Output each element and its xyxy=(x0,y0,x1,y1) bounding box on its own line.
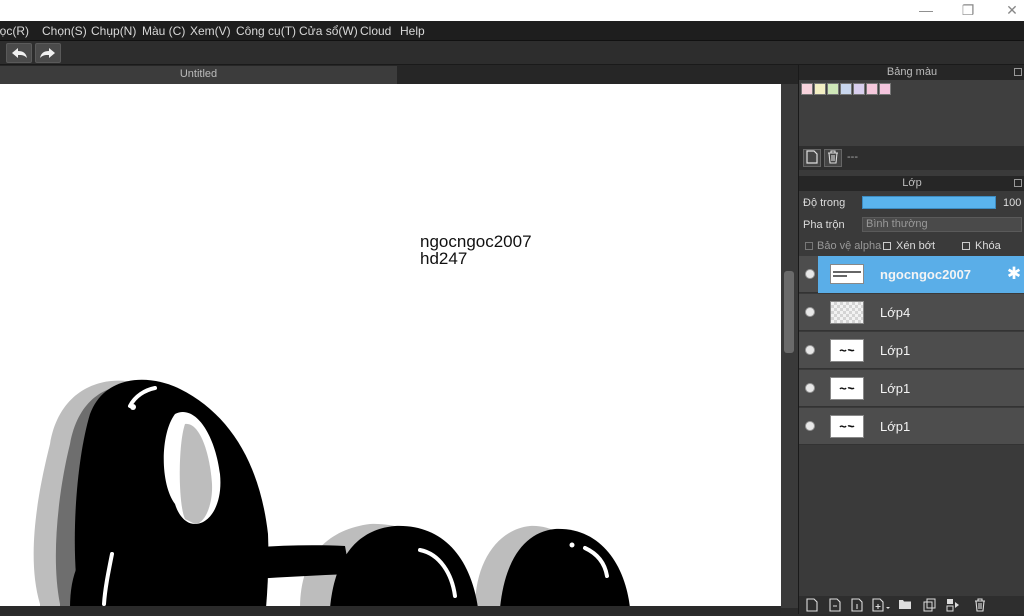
visibility-eye-icon[interactable] xyxy=(805,383,815,393)
layer-panel-title: Lớp xyxy=(799,176,1024,191)
clipping-label: Xén bớt xyxy=(896,240,936,252)
redo-arrow-icon xyxy=(40,48,55,58)
lock-checkbox[interactable] xyxy=(962,242,970,250)
canvas-vertical-scrollbar[interactable] xyxy=(781,84,798,608)
text-thumbnail-icon xyxy=(833,271,861,277)
menu-cloud[interactable]: Cloud xyxy=(360,24,391,38)
gear-icon[interactable]: ✱ xyxy=(1005,265,1023,283)
add-layer-dropdown-icon[interactable] xyxy=(871,598,893,613)
visibility-eye-icon[interactable] xyxy=(805,307,815,317)
layer-thumbnail xyxy=(830,264,864,284)
palette-set-name: --- xyxy=(847,151,858,163)
menu-filter[interactable]: lọc(R) xyxy=(0,24,29,38)
sketch-thumbnail-icon xyxy=(839,425,855,428)
swatch-blue[interactable] xyxy=(840,83,852,95)
swatch-green[interactable] xyxy=(827,83,839,95)
new-halftone-layer-icon[interactable] xyxy=(827,598,843,613)
document-tab[interactable]: Untitled xyxy=(0,66,397,84)
blend-mode-label: Pha trộn xyxy=(803,219,845,231)
menu-bar: lọc(R) Chọn(S) Chụp(N) Màu (C) Xem(V) Cô… xyxy=(0,21,1024,41)
folder-icon[interactable] xyxy=(897,598,913,613)
undo-button[interactable] xyxy=(6,43,32,63)
canvas-horizontal-scrollbar[interactable] xyxy=(0,606,781,614)
sketch-thumbnail-icon xyxy=(839,387,855,390)
menu-help[interactable]: Help xyxy=(400,24,425,38)
swatch-rose[interactable] xyxy=(866,83,878,95)
scrollbar-thumb[interactable] xyxy=(784,271,794,353)
redo-button[interactable] xyxy=(35,43,61,63)
layer-name: ngocngoc2007 xyxy=(880,267,972,282)
close-button[interactable]: ✕ xyxy=(989,0,1024,21)
layer-name: Lớp1 xyxy=(880,381,911,396)
delete-palette-button[interactable] xyxy=(824,149,842,167)
restore-button[interactable]: ❐ xyxy=(945,0,991,21)
layer-body[interactable]: Lớp1 xyxy=(818,408,1024,445)
document-tab-bar: Untitled xyxy=(0,65,798,84)
visibility-eye-icon[interactable] xyxy=(805,345,815,355)
menu-tools[interactable]: Công cụ(T) xyxy=(236,24,296,38)
layer-name: Lớp1 xyxy=(880,419,911,434)
visibility-eye-icon[interactable] xyxy=(805,269,815,279)
opacity-slider[interactable] xyxy=(862,196,996,209)
layer-row[interactable]: Lớp1 xyxy=(799,370,1024,407)
undo-arrow-icon xyxy=(12,48,27,58)
new-file-icon xyxy=(806,150,818,164)
menu-capture[interactable]: Chụp(N) xyxy=(91,24,136,38)
minimize-button[interactable]: — xyxy=(903,0,949,21)
merge-layer-icon[interactable] xyxy=(945,598,961,613)
palette-swatch-area[interactable] xyxy=(799,80,1024,146)
swatch-lavender[interactable] xyxy=(853,83,865,95)
layer-row[interactable]: ngocngoc2007 ✱ xyxy=(799,256,1024,293)
layer-row[interactable]: Lớp1 xyxy=(799,408,1024,445)
duplicate-layer-icon[interactable] xyxy=(922,598,938,613)
palette-toolbar: --- xyxy=(799,146,1024,170)
lock-label: Khóa xyxy=(975,240,1001,252)
opacity-label: Độ trong xyxy=(803,197,846,209)
swatch-yellow[interactable] xyxy=(814,83,826,95)
sketch-thumbnail-icon xyxy=(839,349,855,352)
palette-panel-title: Bảng màu xyxy=(799,65,1024,80)
clipping-checkbox[interactable] xyxy=(883,242,891,250)
layer-body[interactable]: Lớp4 xyxy=(818,294,1024,331)
popout-icon[interactable] xyxy=(1014,68,1022,76)
blend-mode-select[interactable]: Bình thường xyxy=(862,217,1022,232)
layer-toolbar xyxy=(799,596,1024,614)
canvas-artwork xyxy=(33,379,630,608)
menu-color[interactable]: Màu (C) xyxy=(142,24,185,38)
layer-body[interactable]: Lớp1 xyxy=(818,332,1024,369)
drawing-canvas[interactable]: ngocngoc2007 hd247 xyxy=(0,84,781,608)
swatch-pink[interactable] xyxy=(801,83,813,95)
window-titlebar: — ❐ ✕ xyxy=(0,0,1024,21)
new-layer-icon[interactable] xyxy=(804,598,820,613)
layer-thumbnail xyxy=(830,301,864,324)
protect-alpha-label: Bảo vệ alpha xyxy=(817,240,882,252)
layer-thumbnail xyxy=(830,377,864,400)
layer-row[interactable]: Lớp4 xyxy=(799,294,1024,331)
palette-title-label: Bảng màu xyxy=(886,66,938,78)
right-panel: Bảng màu --- Lớp Độ trong 100 Pha trộn B… xyxy=(798,65,1024,614)
layer-name: Lớp1 xyxy=(880,343,911,358)
delete-layer-icon[interactable] xyxy=(972,598,988,613)
menu-view[interactable]: Xem(V) xyxy=(190,24,231,38)
toolbar xyxy=(0,41,1024,65)
opacity-value: 100 xyxy=(1003,197,1022,209)
layer-title-label: Lớp xyxy=(902,177,922,189)
layer-name: Lớp4 xyxy=(880,305,911,320)
protect-alpha-checkbox[interactable] xyxy=(805,242,813,250)
menu-window[interactable]: Cửa sổ(W) xyxy=(299,24,358,38)
swatch-magenta[interactable] xyxy=(879,83,891,95)
new-1bit-layer-icon[interactable] xyxy=(849,598,865,613)
layer-body[interactable]: ngocngoc2007 ✱ xyxy=(818,256,1024,293)
popout-icon[interactable] xyxy=(1014,179,1022,187)
layer-thumbnail xyxy=(830,415,864,438)
visibility-eye-icon[interactable] xyxy=(805,421,815,431)
layer-thumbnail xyxy=(830,339,864,362)
layer-body[interactable]: Lớp1 xyxy=(818,370,1024,407)
new-palette-button[interactable] xyxy=(803,149,821,167)
layer-row[interactable]: Lớp1 xyxy=(799,332,1024,369)
menu-select[interactable]: Chọn(S) xyxy=(42,24,87,38)
trash-icon xyxy=(828,150,838,164)
